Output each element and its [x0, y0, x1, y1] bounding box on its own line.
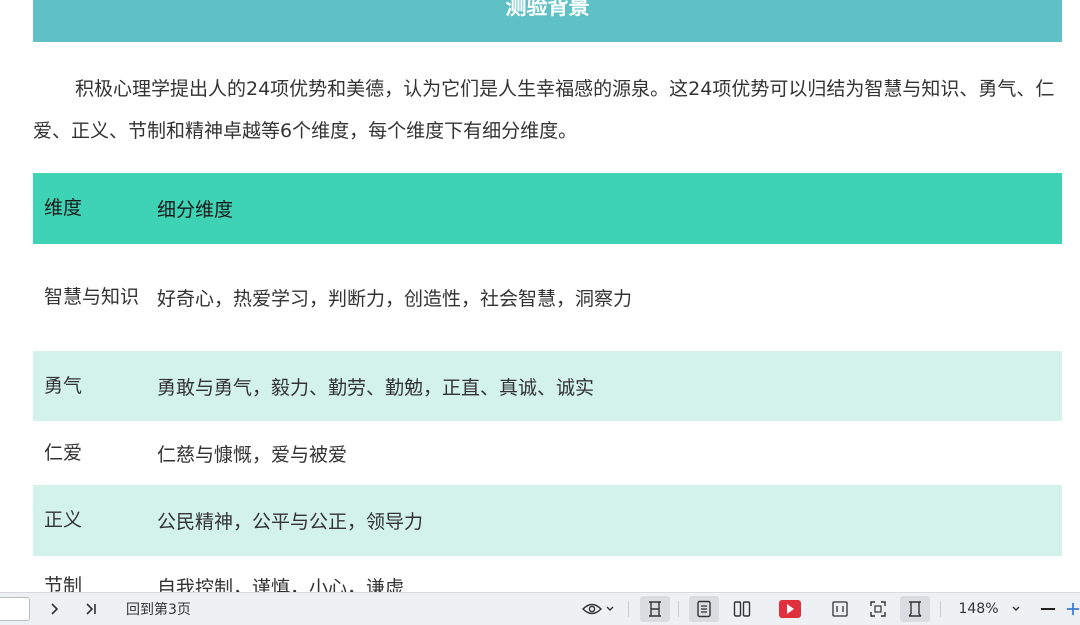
row-sub-dimension: 好奇心，热爱学习，判断力，创造性，社会智慧，洞察力 [157, 288, 633, 310]
full-screen-icon [870, 601, 886, 617]
zoom-select[interactable]: 148% [952, 596, 1027, 622]
single-page-icon [697, 600, 711, 618]
zoom-out-button[interactable] [1036, 596, 1060, 622]
header-dimension: 维度 [44, 197, 83, 219]
last-page-icon [86, 603, 96, 615]
bookmark-button[interactable] [900, 596, 930, 622]
view-mode-dropdown[interactable] [578, 596, 618, 622]
table-header-row: 维度 细分维度 [33, 173, 1062, 244]
table-row: 智慧与知识 好奇心，热爱学习，判断力，创造性，社会智慧，洞察力 [33, 244, 1062, 351]
eye-icon [581, 603, 602, 615]
page-number-input[interactable] [0, 597, 30, 621]
row-dimension: 正义 [44, 509, 83, 531]
play-button[interactable] [775, 596, 805, 622]
back-to-page-label: 回到第3页 [126, 602, 191, 618]
row-sub-dimension: 公民精神，公平与公正，领导力 [157, 511, 424, 533]
dimension-table: 维度 细分维度 智慧与知识 好奇心，热爱学习，判断力，创造性，社会智慧，洞察力 … [33, 173, 1062, 592]
row-dimension: 仁爱 [44, 441, 83, 464]
fit-height-icon [649, 601, 661, 617]
table-row: 节制 自我控制，谨慎，小心，谦虚 [33, 556, 1062, 592]
reader-toolbar: 回到第3页 148% [0, 592, 1080, 625]
chevron-down-icon [606, 606, 613, 611]
section-banner: 测验背景 [33, 0, 1062, 42]
fit-width-button[interactable] [825, 596, 855, 622]
row-dimension: 节制 [44, 574, 83, 593]
zoom-in-button[interactable] [1066, 596, 1080, 622]
table-row: 正义 公民精神，公平与公正，领导力 [33, 485, 1062, 556]
document-page: 测验背景 积极心理学提出人的24项优势和美德，认为它们是人生幸福感的源泉。这24… [0, 0, 1080, 592]
full-screen-button[interactable] [863, 596, 893, 622]
bookmark-icon [908, 601, 922, 617]
table-row: 仁爱 仁慈与慷慨，爱与被爱 [33, 421, 1062, 485]
plus-icon [1066, 602, 1080, 616]
row-sub-dimension: 仁慈与慷慨，爱与被爱 [157, 443, 348, 466]
double-page-icon [733, 601, 751, 617]
chevron-right-icon [51, 603, 59, 615]
intro-paragraph: 积极心理学提出人的24项优势和美德，认为它们是人生幸福感的源泉。这24项优势可以… [33, 78, 1055, 142]
double-page-button[interactable] [727, 596, 757, 622]
section-title: 测验背景 [505, 0, 590, 19]
toolbar-divider [628, 601, 629, 617]
row-sub-dimension: 自我控制，谨慎，小心，谦虚 [157, 576, 405, 593]
row-dimension: 勇气 [44, 374, 83, 397]
row-dimension: 智慧与知识 [44, 286, 140, 308]
zoom-level: 148% [958, 601, 999, 617]
row-sub-dimension: 勇敢与勇气，毅力、勤劳、勤勉，正直、真诚、诚实 [157, 376, 595, 399]
fit-height-button[interactable] [640, 596, 670, 622]
chevron-down-icon [1012, 606, 1020, 611]
last-page-button[interactable] [80, 596, 102, 622]
table-row: 勇气 勇敢与勇气，毅力、勤劳、勤勉，正直、真诚、诚实 [33, 351, 1062, 421]
single-page-button[interactable] [689, 596, 719, 622]
back-to-page-button[interactable]: 回到第3页 [126, 596, 206, 622]
header-sub-dimension: 细分维度 [157, 199, 234, 221]
fit-width-icon [832, 601, 848, 617]
toolbar-divider [678, 601, 679, 617]
play-icon [779, 600, 801, 618]
minus-icon [1041, 608, 1055, 610]
toolbar-divider [940, 601, 941, 617]
next-page-button[interactable] [44, 596, 64, 622]
